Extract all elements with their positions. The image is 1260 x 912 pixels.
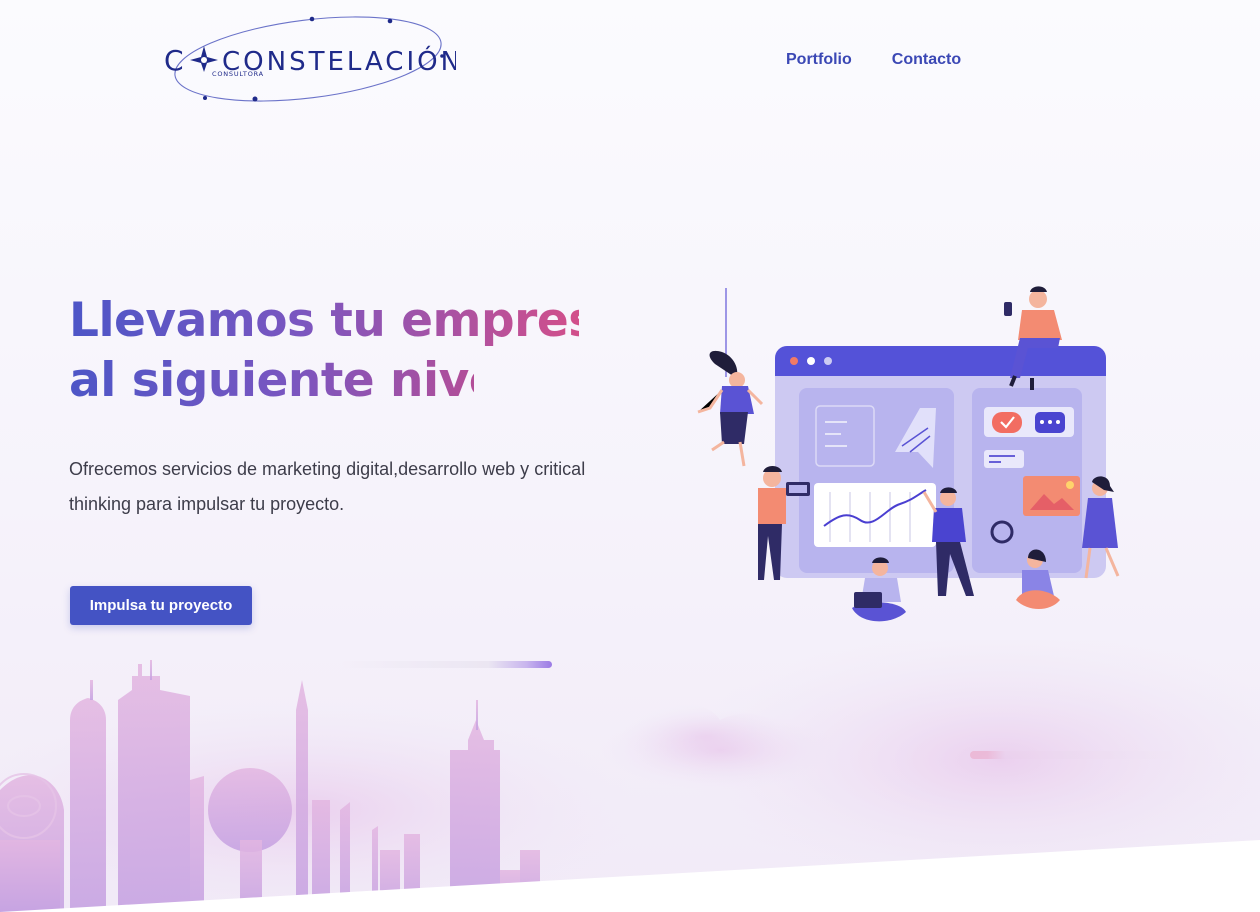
page: C CONSTELACIÓN CONSULTORA Portfolio Cont… — [0, 0, 1260, 912]
nav-contacto-link[interactable]: Contacto — [892, 51, 961, 69]
city-skyline-background — [0, 640, 1260, 912]
impulsa-proyecto-button[interactable]: Impulsa tu proyecto — [70, 586, 252, 625]
hero-description: Ofrecemos servicios de marketing digital… — [69, 459, 586, 514]
main-nav: Portfolio Contacto — [786, 51, 961, 69]
nav-portfolio-link[interactable]: Portfolio — [786, 51, 852, 69]
svg-text:CONSULTORA: CONSULTORA — [212, 70, 264, 78]
constelacion-logo[interactable]: C CONSTELACIÓN CONSULTORA — [160, 14, 456, 106]
hero-title-line1: Llevamos tu empresa — [69, 291, 627, 351]
svg-text:C: C — [164, 44, 184, 77]
team-dashboard-illustration — [697, 286, 1120, 622]
hero-title-line2: al siguiente nivel — [69, 351, 516, 411]
hero-title: Llevamos tu empresa al siguiente nivel — [69, 291, 629, 411]
